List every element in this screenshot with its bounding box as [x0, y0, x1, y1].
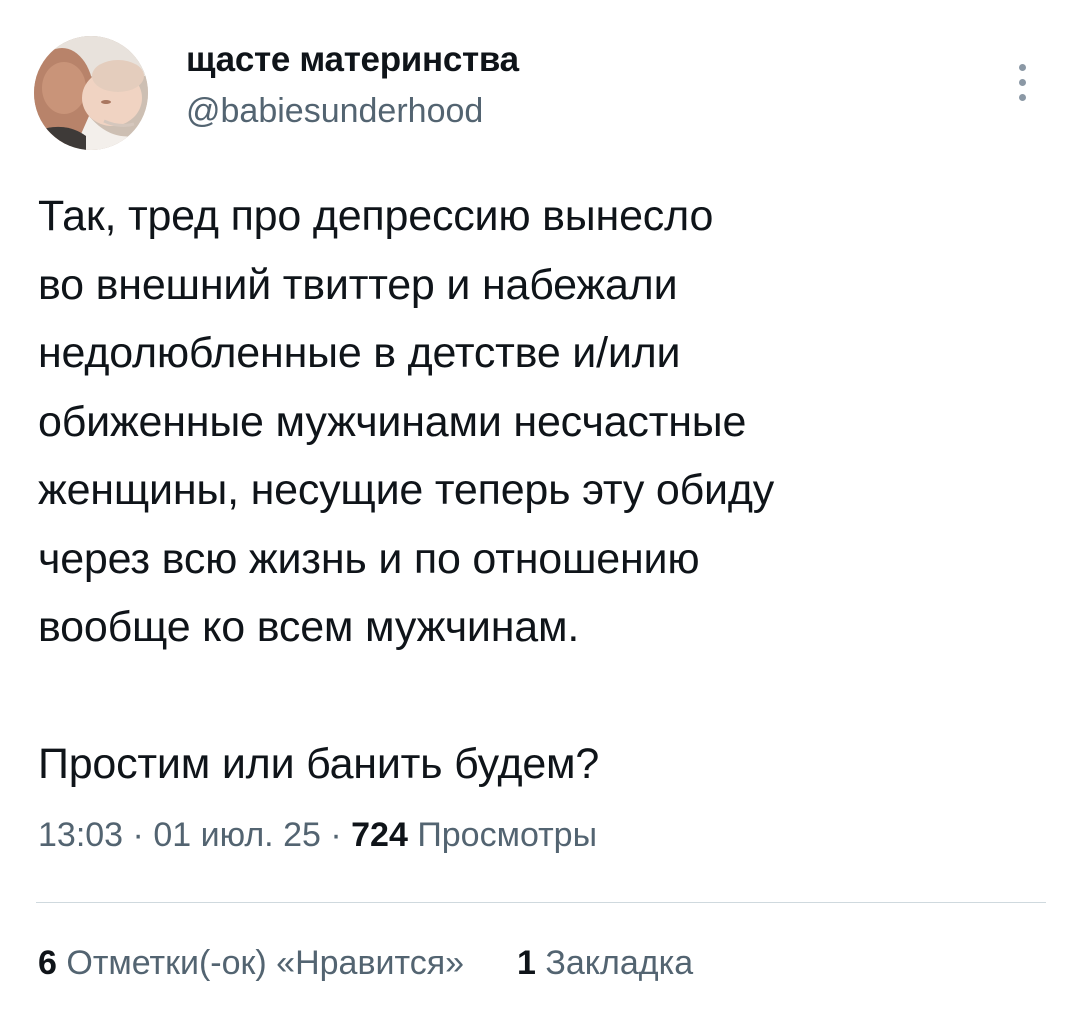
likes-label: Отметки(-ок) «Нравится» [66, 944, 465, 982]
meta-separator: · [132, 816, 144, 854]
tweet-text-line: женщины, несущие теперь эту обиду [38, 466, 775, 514]
tweet-date[interactable]: 01 июл. 25 [153, 816, 321, 854]
avatar[interactable] [34, 36, 148, 150]
views-label: Просмотры [417, 816, 598, 854]
tweet-text-line: через всю жизнь и по отношению [38, 534, 700, 583]
more-options-button[interactable] [1004, 56, 1040, 108]
tweet-meta: 13:03 · 01 июл. 25 · 724 Просмотры [38, 816, 597, 855]
more-options-icon [1018, 63, 1026, 71]
tweet-text-line: вообще ко всем мужчинам. [38, 603, 580, 651]
tweet-text-line: во внешний твиттер и набежали [38, 260, 678, 309]
likes-count: 6 [38, 944, 57, 982]
author-display-name[interactable]: щасте материнства [186, 40, 519, 80]
bookmarks-stat[interactable]: 1 Закладка [517, 944, 693, 982]
tweet-text-line: обиженные мужчинами несчастные [38, 397, 747, 446]
author-handle[interactable]: @babiesunderhood [186, 92, 483, 131]
tweet-text: Так, тред про депрессию вынесло во внешн… [38, 182, 1038, 799]
engagement-stats: 6 Отметки(-ок) «Нравится» 1 Закладка [38, 944, 693, 983]
profile-photo-icon [34, 36, 148, 150]
tweet-text-line: недолюбленные в детстве и/или [38, 329, 681, 377]
bookmarks-count: 1 [516, 944, 536, 982]
likes-stat[interactable]: 6 Отметки(-ок) «Нравится» [38, 944, 474, 982]
meta-separator: · [330, 816, 342, 854]
tweet-time[interactable]: 13:03 [38, 816, 123, 854]
views-count: 724 [351, 816, 408, 854]
bookmarks-label: Закладка [545, 944, 694, 982]
tweet-question: Простим или банить будем? [38, 740, 600, 788]
tweet: щасте материнства @babiesunderhood Так, … [0, 0, 1069, 1016]
divider [36, 902, 1046, 903]
tweet-text-line: Так, тред про депрессию вынесло [38, 192, 714, 240]
